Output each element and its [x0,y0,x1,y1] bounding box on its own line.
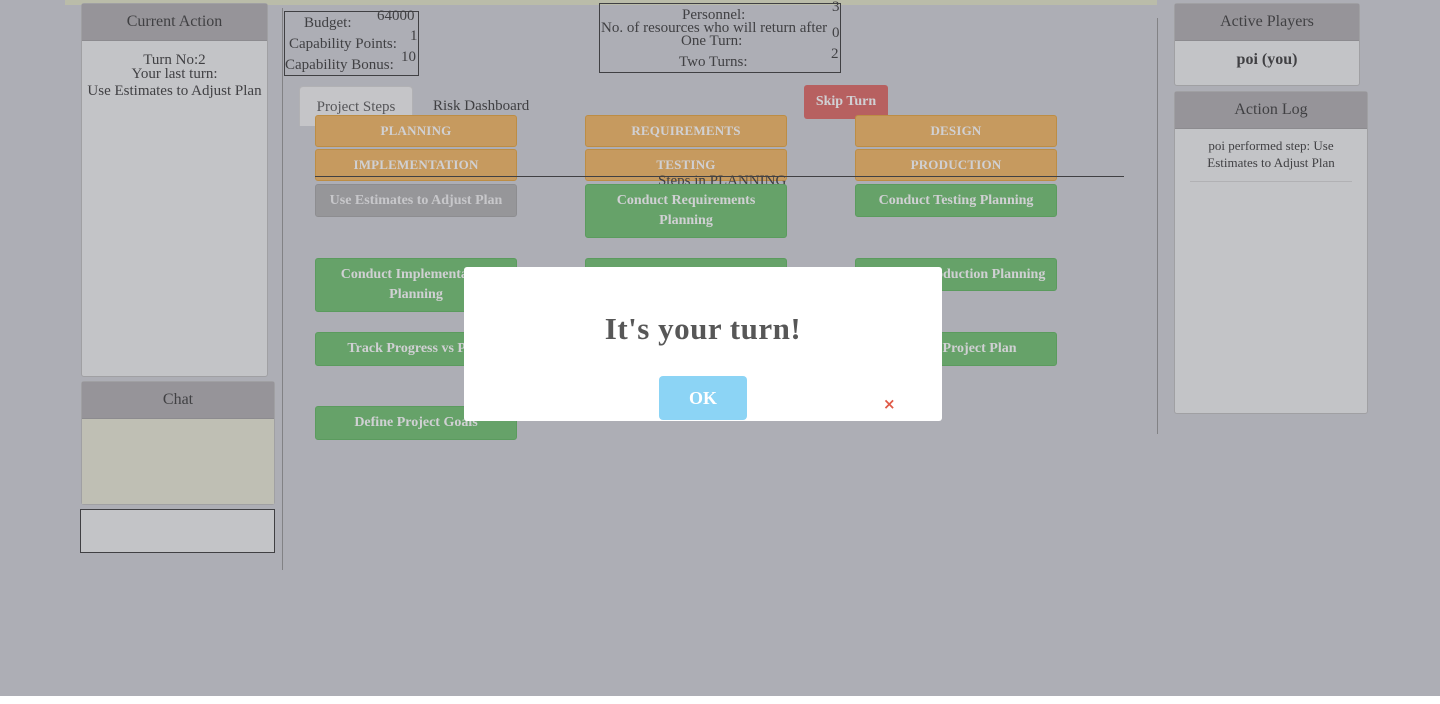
close-icon[interactable]: × [883,395,896,413]
ok-button[interactable]: OK [659,376,747,420]
bottom-strip [0,696,1440,704]
turn-modal: It's your turn! OK × [464,267,942,421]
modal-title: It's your turn! [604,311,802,346]
